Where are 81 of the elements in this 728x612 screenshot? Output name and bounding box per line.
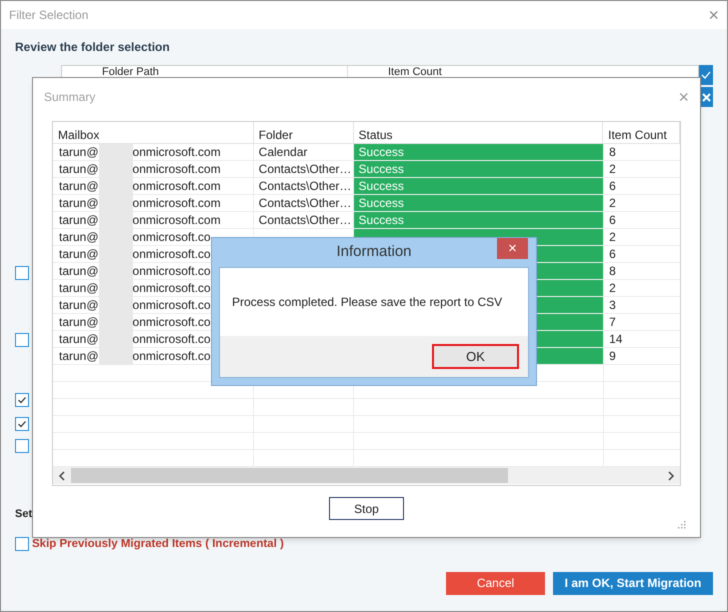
table-cell-text: 8 bbox=[609, 263, 616, 280]
table-cell-text: onmicrosoft.com bbox=[132, 144, 221, 161]
check-icon bbox=[701, 70, 711, 80]
table-cell-text: 8 bbox=[609, 144, 616, 161]
check-icon bbox=[17, 395, 27, 405]
column-header: Folder bbox=[254, 122, 354, 143]
table-cell-text: tarun@ bbox=[59, 314, 99, 331]
checkbox[interactable] bbox=[15, 537, 29, 552]
checkbox[interactable] bbox=[15, 333, 29, 347]
table-cell-text: onmicrosoft.co bbox=[132, 297, 211, 314]
status-text: Success bbox=[358, 195, 404, 212]
table-cell-text: tarun@ bbox=[59, 161, 99, 178]
table-cell-text: onmicrosoft.co bbox=[132, 229, 211, 246]
start-migration-button[interactable]: I am OK, Start Migration bbox=[553, 572, 713, 595]
dialog-message: Process completed. Please save the report to CSV bbox=[232, 294, 502, 311]
table-cell-text: Contacts\Other… bbox=[258, 178, 352, 195]
table-cell-text: 3 bbox=[609, 297, 616, 314]
checkbox[interactable] bbox=[15, 417, 29, 431]
status-text: Success bbox=[358, 212, 404, 229]
table-cell-text: tarun@ bbox=[59, 144, 99, 161]
scrollbar-thumb[interactable] bbox=[71, 468, 508, 483]
table-cell-text: onmicrosoft.co bbox=[132, 348, 211, 365]
window-title: Summary bbox=[44, 89, 96, 106]
table-cell-text: 7 bbox=[609, 314, 616, 331]
column-header: Item Count bbox=[603, 122, 680, 143]
table-cell-text: onmicrosoft.com bbox=[132, 212, 221, 229]
close-button[interactable]: × bbox=[497, 238, 528, 259]
column-header: Folder Path bbox=[101, 66, 160, 79]
table-cell-text: Contacts\Other… bbox=[258, 161, 352, 178]
table-cell-text: 2 bbox=[609, 280, 616, 297]
table-cell-text: tarun@ bbox=[59, 212, 99, 229]
window-title: Filter Selection bbox=[9, 7, 88, 24]
table-cell-text: 6 bbox=[609, 246, 616, 263]
table-cell-text: 6 bbox=[609, 212, 616, 229]
table-cell-text: tarun@ bbox=[59, 195, 99, 212]
close-button[interactable]: × bbox=[708, 6, 719, 24]
table-cell-text: Contacts\Other… bbox=[258, 212, 352, 229]
ok-button[interactable]: OK bbox=[432, 344, 519, 369]
section-heading: Review the folder selection bbox=[15, 39, 171, 56]
table-cell-text: 2 bbox=[609, 195, 616, 212]
horizontal-scrollbar[interactable] bbox=[53, 467, 680, 484]
table-cell-text: 2 bbox=[609, 229, 616, 246]
table-cell-text: 9 bbox=[609, 348, 616, 365]
section-heading: Set bbox=[15, 507, 32, 522]
table-cell-text: tarun@ bbox=[59, 263, 99, 280]
checkbox[interactable] bbox=[15, 266, 29, 280]
column-header: Status bbox=[354, 122, 604, 143]
table-cell-text: tarun@ bbox=[59, 246, 99, 263]
table-cell-text: tarun@ bbox=[59, 348, 99, 365]
table-cell-text: onmicrosoft.co bbox=[132, 263, 211, 280]
table-cell-text: tarun@ bbox=[59, 229, 99, 246]
status-text: Success bbox=[358, 178, 404, 195]
stop-button[interactable]: Stop bbox=[329, 497, 404, 520]
table-cell-text: tarun@ bbox=[59, 280, 99, 297]
table-cell-text: onmicrosoft.co bbox=[132, 280, 211, 297]
table-cell-text: Contacts\Other… bbox=[258, 195, 352, 212]
select-all-button[interactable] bbox=[699, 65, 713, 85]
table-cell-text: onmicrosoft.com bbox=[132, 161, 221, 178]
table-cell-text: tarun@ bbox=[59, 297, 99, 314]
checkbox[interactable] bbox=[15, 439, 29, 453]
table-cell-text: tarun@ bbox=[59, 331, 99, 348]
close-button[interactable]: × bbox=[678, 88, 689, 106]
resize-grip-icon[interactable] bbox=[678, 521, 686, 529]
table-cell-text: onmicrosoft.co bbox=[132, 331, 211, 348]
table-cell-text: onmicrosoft.com bbox=[132, 178, 221, 195]
table-cell-text: onmicrosoft.com bbox=[132, 195, 221, 212]
checkbox-label: Skip Previously Migrated Items ( Incremental ) bbox=[32, 536, 284, 552]
checkbox[interactable] bbox=[15, 393, 29, 407]
cancel-button[interactable]: Cancel bbox=[446, 572, 545, 595]
table-cell-text: 2 bbox=[609, 161, 616, 178]
table-cell-text: onmicrosoft.co bbox=[132, 246, 211, 263]
table-cell-text: 14 bbox=[609, 331, 622, 348]
column-header: Mailbox bbox=[53, 122, 254, 143]
table-cell-text: tarun@ bbox=[59, 178, 99, 195]
dialog-title: Information bbox=[336, 242, 412, 262]
table-cell-text: Calendar bbox=[258, 144, 308, 161]
table-cell-text: 6 bbox=[609, 178, 616, 195]
check-icon bbox=[17, 419, 27, 429]
status-text: Success bbox=[358, 144, 404, 161]
table-cell-text: onmicrosoft.co bbox=[132, 314, 211, 331]
status-text: Success bbox=[358, 161, 404, 178]
